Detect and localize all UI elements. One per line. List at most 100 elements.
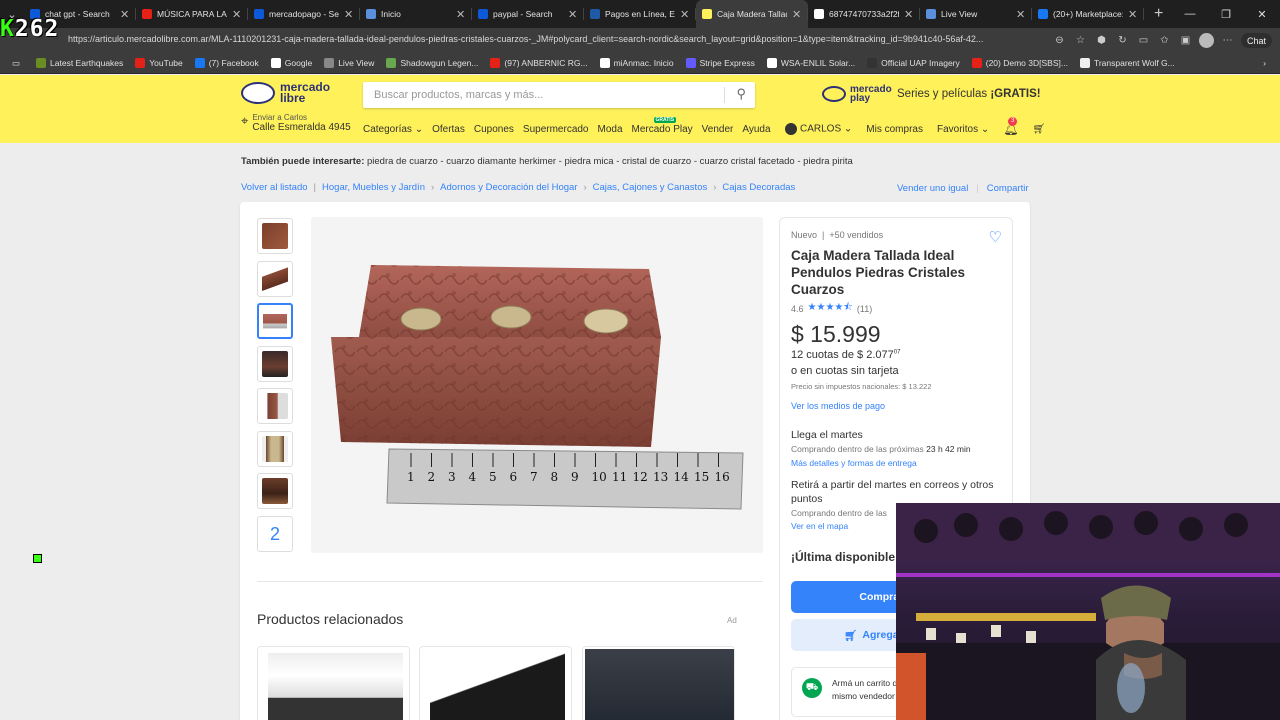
split-view-icon[interactable]: ▭ (1136, 33, 1151, 48)
mercadolibre-logo[interactable]: mercado libre (241, 81, 330, 104)
tab-favicon-icon (478, 9, 488, 19)
close-tab-icon[interactable]: ✕ (904, 8, 914, 21)
related-product-card[interactable] (257, 646, 410, 720)
copilot-chat-button[interactable]: Chat (1240, 33, 1272, 48)
close-window-icon[interactable]: ✕ (1244, 0, 1280, 28)
product-thumbnail-selected[interactable] (257, 303, 293, 339)
product-thumbnail[interactable] (257, 473, 293, 509)
product-thumbnail[interactable] (257, 346, 293, 382)
breadcrumb-item[interactable]: Hogar, Muebles y Jardín (322, 182, 425, 193)
payment-methods-link[interactable]: Ver los medios de pago (791, 401, 885, 411)
related-product-card[interactable] (582, 646, 735, 720)
close-tab-icon[interactable]: ✕ (792, 8, 802, 21)
delivery-details-link[interactable]: Más detalles y formas de entrega (791, 458, 917, 468)
browser-tab[interactable]: paypal - Search ✕ (472, 0, 584, 28)
close-tab-icon[interactable]: ✕ (1016, 8, 1026, 21)
bookmark-favicon-icon (324, 58, 335, 68)
installments: 12 cuotas de $ 2.07707 (791, 349, 901, 361)
close-tab-icon[interactable]: ✕ (680, 8, 690, 21)
bookmark-item[interactable]: YouTube (129, 58, 188, 68)
search-icon[interactable]: ⚲ (736, 86, 746, 102)
bookmark-item[interactable]: (7) Facebook (189, 58, 265, 68)
view-map-link[interactable]: Ver en el mapa (791, 521, 848, 531)
breadcrumb-item[interactable]: Cajas, Cajones y Canastos (593, 182, 708, 193)
product-thumbnail[interactable] (257, 388, 293, 424)
browser-tab[interactable]: Inicio ✕ (360, 0, 472, 28)
browser-tab[interactable]: (20+) Marketplace: E✕ (1032, 0, 1144, 28)
collections-icon[interactable]: ▣ (1178, 33, 1193, 48)
browser-tab[interactable]: Pagos en Línea, Envíos✕ (584, 0, 696, 28)
bookmark-item[interactable]: miAnmac. Inicio (594, 58, 680, 68)
profile-avatar[interactable] (1198, 33, 1214, 48)
shipping-location[interactable]: ⌖ Enviar a Carlos Calle Esmeralda 4945 (241, 113, 351, 133)
bookmark-item[interactable]: Live View (318, 58, 380, 68)
bookmark-item[interactable]: Google (265, 58, 318, 68)
breadcrumb-item[interactable]: Cajas Decoradas (722, 182, 795, 193)
product-rating[interactable]: 4.6 ★★★★⯪ (11) (791, 300, 872, 317)
more-images-thumbnail[interactable]: 2 (257, 516, 293, 552)
browser-tab[interactable]: Live View ✕ (920, 0, 1032, 28)
close-tab-icon[interactable]: ✕ (232, 8, 242, 21)
share-link[interactable]: Compartir (987, 183, 1029, 194)
bookmark-item[interactable]: (20) Demo 3D[SBS]... (966, 58, 1074, 68)
nav-item[interactable]: Categorías ⌄ (363, 124, 423, 135)
product-thumbnail[interactable] (257, 431, 293, 467)
bookmarks-folder-icon[interactable]: ▭ (6, 58, 30, 69)
sell-similar-link[interactable]: Vender uno igual (897, 183, 968, 194)
nav-item[interactable]: Moda (598, 124, 623, 135)
back-to-list-link[interactable]: Volver al listado (241, 182, 308, 193)
close-tab-icon[interactable]: ✕ (456, 8, 466, 21)
nav-item[interactable]: GRATIS Mercado Play (632, 117, 693, 135)
favoritos-link[interactable]: Favoritos ⌄ (937, 124, 989, 135)
browser-tab[interactable]: 68747470733a2f2f6 ✕ (808, 0, 920, 28)
new-tab-button[interactable]: + (1144, 5, 1173, 23)
bookmark-item[interactable]: Shadowgun Legen... (380, 58, 484, 68)
url-field[interactable]: https://articulo.mercadolibre.com.ar/MLA… (68, 34, 1036, 44)
mercado-play-logo[interactable]: mercado play (822, 85, 892, 104)
nav-item[interactable]: Supermercado (523, 124, 589, 135)
product-thumbnail[interactable] (257, 218, 293, 254)
bookmark-item[interactable]: WSA-ENLIL Solar... (761, 58, 861, 68)
nav-item[interactable]: Ofertas (432, 124, 465, 135)
minimize-icon[interactable]: — (1172, 0, 1208, 28)
search-input[interactable]: Buscar productos, marcas y más... ⚲ (363, 82, 755, 108)
bookmark-item[interactable]: (97) ANBERNIC RG... (484, 58, 593, 68)
site-header: mercado libre Buscar productos, marcas y … (0, 75, 1280, 143)
nav-item[interactable]: Cupones (474, 124, 514, 135)
cart-icon[interactable]: 🛒︎ (1032, 124, 1045, 135)
close-tab-icon[interactable]: ✕ (344, 8, 354, 21)
browser-tab[interactable]: Caja Madera Tallada✕ (696, 0, 808, 28)
bookmark-favicon-icon (599, 58, 610, 68)
browser-tab[interactable]: mercadopago - Search✕ (248, 0, 360, 28)
maximize-icon[interactable]: ❐ (1208, 0, 1244, 28)
related-product-card[interactable] (419, 646, 572, 720)
bookmark-star-icon[interactable]: ☆ (1073, 33, 1088, 48)
close-tab-icon[interactable]: ✕ (120, 8, 130, 21)
close-tab-icon[interactable]: ✕ (568, 8, 578, 21)
bookmark-item[interactable]: Transparent Wolf G... (1074, 58, 1181, 68)
bookmarks-overflow-icon[interactable]: › (1257, 58, 1272, 68)
user-menu[interactable]: CARLOS ⌄ (785, 123, 852, 135)
delivery-countdown: Comprando dentro de las próximas 23 h 42… (791, 444, 971, 454)
extension-icon[interactable]: ⬢ (1094, 33, 1109, 48)
nav-item[interactable]: Vender (702, 124, 734, 135)
bookmark-item[interactable]: Stripe Express (680, 58, 761, 68)
breadcrumb-item[interactable]: Adornos y Decoración del Hogar (440, 182, 577, 193)
play-promo[interactable]: Series y películas ¡GRATIS! (897, 88, 1041, 100)
browser-tab[interactable]: MÚSICA PARA LA ✕ (136, 0, 248, 28)
mis-compras-link[interactable]: Mis compras (866, 124, 923, 135)
refresh-icon[interactable]: ↻ (1115, 33, 1130, 48)
favorites-icon[interactable]: ✩ (1157, 33, 1172, 48)
favorite-heart-icon[interactable]: ♡ (989, 228, 1002, 246)
product-main-image[interactable]: 1 2 3 4 5 6 7 8 9 10 11 12 13 14 15 16 (311, 217, 763, 553)
bookmark-item[interactable]: Latest Earthquakes (30, 58, 129, 68)
close-tab-icon[interactable]: ✕ (1128, 8, 1138, 21)
tab-favicon-icon (590, 9, 600, 19)
zoom-icon[interactable]: ⊖ (1052, 33, 1067, 48)
nav-item[interactable]: Ayuda (742, 124, 770, 135)
product-thumbnail[interactable] (257, 261, 293, 297)
bookmark-item[interactable]: Official UAP Imagery (861, 58, 966, 68)
notifications-bell-icon[interactable]: 🔔︎ 3 (1003, 117, 1018, 136)
more-menu-icon[interactable]: ⋯ (1220, 33, 1235, 48)
related-search-links[interactable]: piedra de cuarzo - cuarzo diamante herki… (367, 156, 853, 167)
